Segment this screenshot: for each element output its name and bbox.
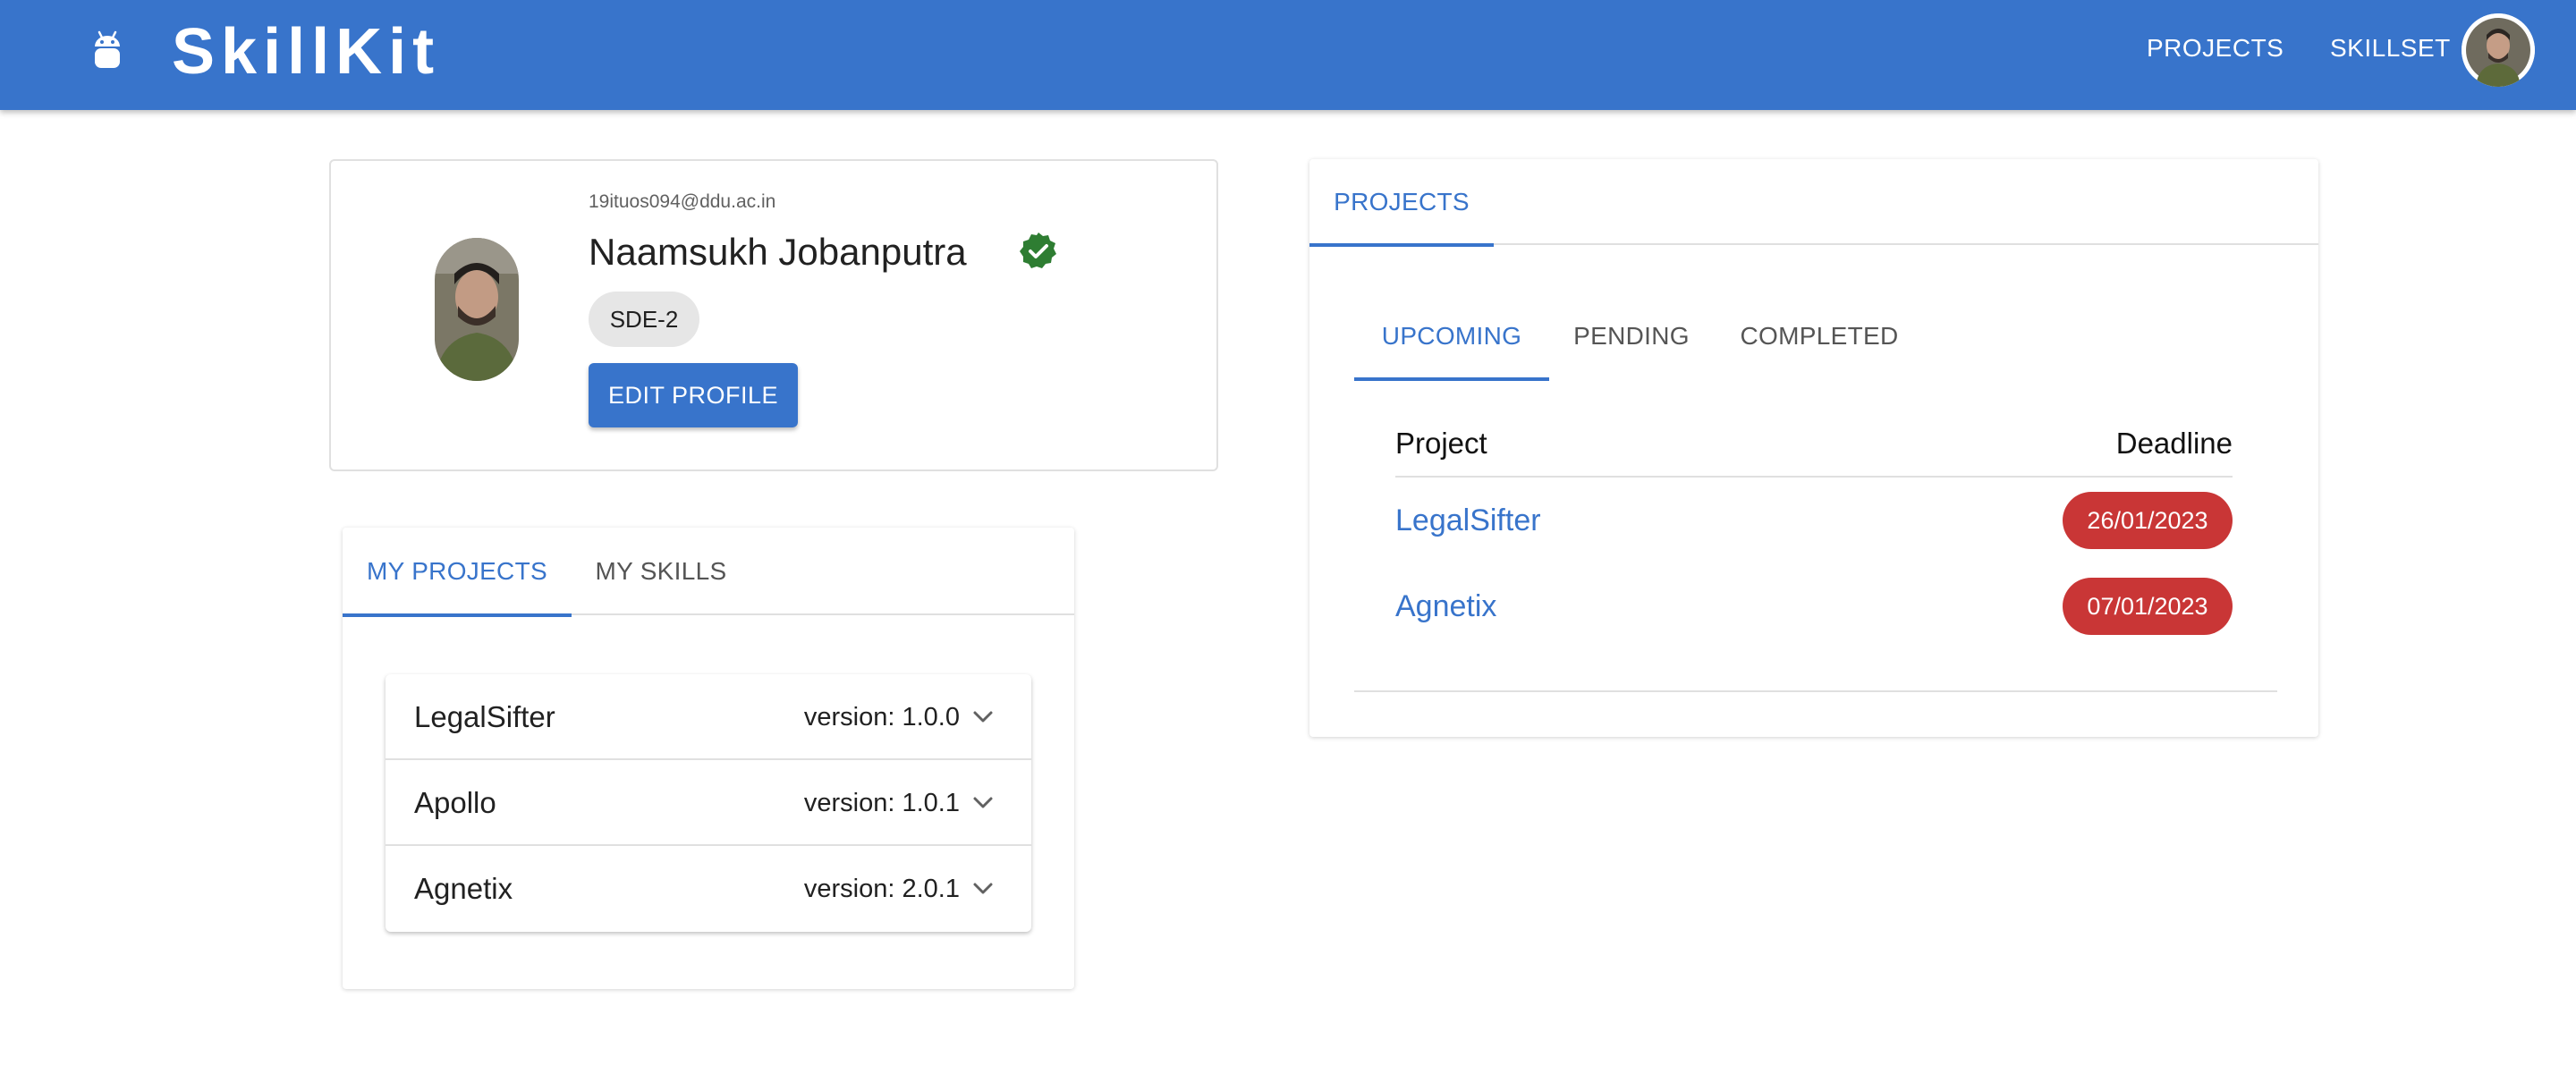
project-version: version: 2.0.1 — [803, 875, 960, 903]
my-projects-list: LegalSifter version: 1.0.0 Apollo versio… — [386, 674, 1031, 932]
app-bar: SkillKit PROJECTS SKILLSET — [0, 0, 2576, 110]
table-header-row: Project Deadline — [1395, 410, 2233, 478]
tab-my-projects[interactable]: MY PROJECTS — [343, 528, 572, 617]
profile-email: 19ituos094@ddu.ac.in — [589, 191, 776, 212]
profile-name: Naamsukh Jobanputra — [589, 231, 967, 273]
user-avatar[interactable] — [2462, 13, 2535, 87]
android-icon[interactable] — [91, 29, 123, 72]
tab-my-skills[interactable]: MY SKILLS — [572, 528, 750, 615]
role-chip: SDE-2 — [589, 292, 699, 347]
divider — [1354, 690, 2277, 692]
table-row: Agnetix 07/01/2023 — [1395, 563, 2233, 649]
projects-table: Project Deadline LegalSifter 26/01/2023 … — [1395, 410, 2233, 649]
tab-pending[interactable]: PENDING — [1549, 293, 1714, 379]
profile-photo — [435, 238, 519, 381]
project-accordion-item[interactable]: Apollo version: 1.0.1 — [386, 760, 1031, 846]
project-name: Agnetix — [414, 872, 513, 905]
projects-panel-tabs: PROJECTS — [1309, 159, 2318, 247]
project-link[interactable]: Agnetix — [1395, 563, 1496, 649]
avatar-photo — [2462, 13, 2535, 87]
my-projects-card: MY PROJECTS MY SKILLS LegalSifter versio… — [343, 528, 1074, 989]
edit-profile-button[interactable]: EDIT PROFILE — [589, 363, 798, 427]
nav-projects-link[interactable]: PROJECTS — [2147, 30, 2284, 66]
project-accordion-item[interactable]: LegalSifter version: 1.0.0 — [386, 674, 1031, 760]
deadline-badge: 07/01/2023 — [2063, 578, 2233, 635]
chevron-down-icon[interactable] — [972, 878, 994, 900]
project-version: version: 1.0.1 — [803, 789, 960, 817]
tab-upcoming[interactable]: UPCOMING — [1354, 293, 1549, 381]
projects-panel: PROJECTS UPCOMING PENDING COMPLETED Proj… — [1309, 159, 2318, 737]
my-section-tabs: MY PROJECTS MY SKILLS — [343, 528, 1074, 617]
chevron-down-icon[interactable] — [972, 792, 994, 814]
project-accordion-item[interactable]: Agnetix version: 2.0.1 — [386, 846, 1031, 932]
project-name: LegalSifter — [414, 700, 555, 733]
project-version: version: 1.0.0 — [803, 703, 960, 732]
project-status-tabs: UPCOMING PENDING COMPLETED — [1354, 293, 2277, 381]
tab-projects[interactable]: PROJECTS — [1309, 159, 1494, 247]
project-link[interactable]: LegalSifter — [1395, 478, 1541, 563]
deadline-badge: 26/01/2023 — [2063, 492, 2233, 549]
profile-card: 19ituos094@ddu.ac.in Naamsukh Jobanputra… — [329, 159, 1218, 471]
column-header-deadline: Deadline — [2115, 427, 2233, 460]
project-name: Apollo — [414, 786, 496, 819]
column-header-project: Project — [1395, 427, 1487, 460]
tab-completed[interactable]: COMPLETED — [1714, 293, 1925, 379]
app-title[interactable]: SkillKit — [172, 7, 440, 97]
table-row: LegalSifter 26/01/2023 — [1395, 478, 2233, 563]
verified-badge-icon — [1020, 233, 1056, 268]
chevron-down-icon[interactable] — [972, 706, 994, 728]
nav-skillset-link[interactable]: SKILLSET — [2330, 30, 2451, 66]
